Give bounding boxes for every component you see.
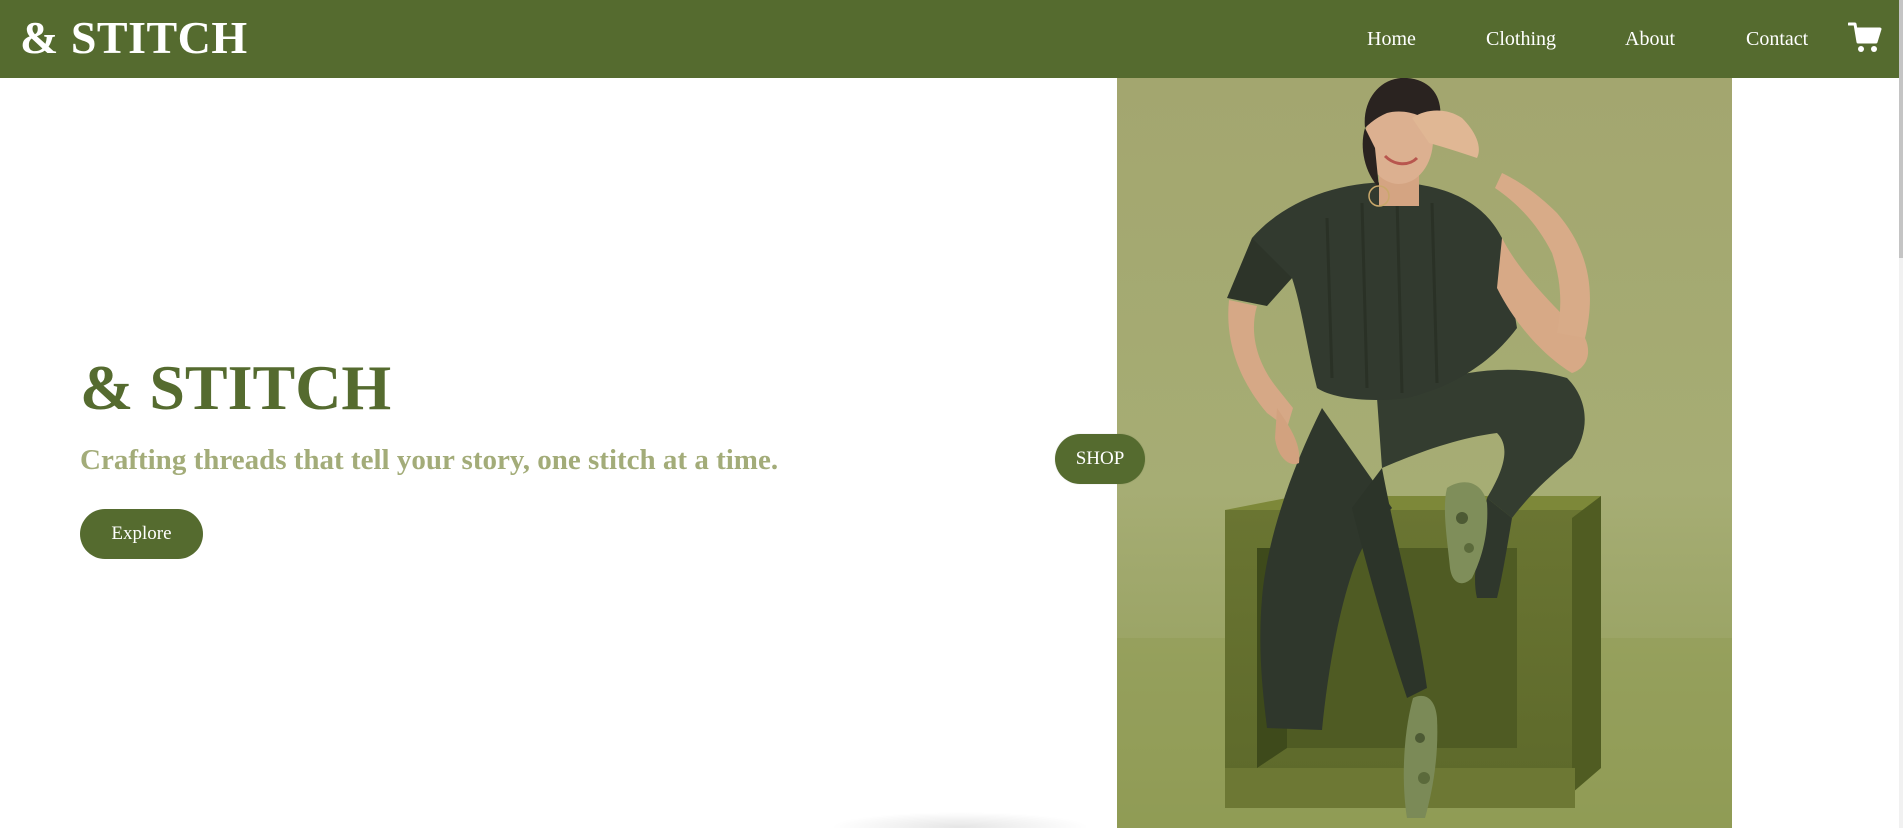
- main-nav: Home Clothing About Contact: [0, 24, 1899, 54]
- page: & STITCH Home Clothing About Contact & S…: [0, 0, 1903, 828]
- nav-about-link[interactable]: About: [1625, 24, 1675, 54]
- shop-button[interactable]: SHOP: [1055, 434, 1145, 484]
- scrollbar-thumb[interactable]: [1899, 0, 1903, 258]
- shopping-cart-icon[interactable]: [1847, 20, 1882, 54]
- section-shadow: [830, 812, 1090, 828]
- hero-tagline: Crafting threads that tell your story, o…: [80, 444, 779, 476]
- nav-contact-link[interactable]: Contact: [1746, 24, 1808, 54]
- top-navbar: & STITCH Home Clothing About Contact: [0, 0, 1899, 78]
- model-photo: [1117, 78, 1732, 828]
- explore-button[interactable]: Explore: [80, 509, 203, 559]
- hero-title: & STITCH: [80, 352, 392, 423]
- nav-home-link[interactable]: Home: [1367, 24, 1416, 54]
- nav-clothing-link[interactable]: Clothing: [1486, 24, 1556, 54]
